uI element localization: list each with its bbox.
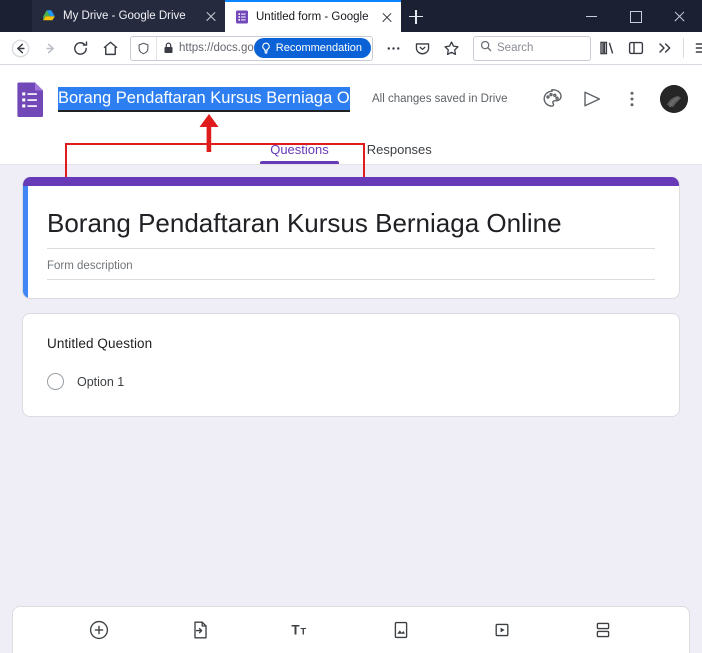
browser-tab-title: My Drive - Google Drive bbox=[63, 10, 186, 22]
tab-questions[interactable]: Questions bbox=[260, 142, 339, 164]
close-icon[interactable] bbox=[203, 8, 219, 24]
more-options-icon[interactable] bbox=[620, 87, 644, 111]
reload-icon[interactable] bbox=[66, 34, 94, 62]
tab-responses-label: Responses bbox=[366, 142, 432, 157]
add-section-icon[interactable] bbox=[591, 618, 615, 642]
close-icon[interactable] bbox=[379, 9, 395, 25]
browser-tab-strip: My Drive - Google Drive Untitled form - … bbox=[0, 0, 702, 32]
pocket-icon[interactable] bbox=[408, 34, 436, 62]
question-title[interactable]: Untitled Question bbox=[47, 336, 655, 351]
padlock-icon bbox=[157, 42, 179, 54]
import-questions-icon[interactable] bbox=[188, 618, 212, 642]
form-description-input[interactable]: Form description bbox=[47, 249, 655, 280]
forms-header-actions bbox=[540, 85, 688, 113]
home-icon[interactable] bbox=[96, 34, 124, 62]
google-drive-icon bbox=[42, 9, 56, 23]
tab-questions-label: Questions bbox=[270, 142, 329, 157]
bookmark-star-icon[interactable] bbox=[437, 34, 465, 62]
close-window-button[interactable] bbox=[658, 0, 702, 32]
form-title-heading[interactable]: Borang Pendaftaran Kursus Berniaga Onlin… bbox=[47, 197, 655, 249]
address-bar-actions bbox=[375, 34, 465, 62]
new-tab-button[interactable] bbox=[401, 0, 431, 32]
forms-header: Borang Pendaftaran Kursus Berniaga Onlin… bbox=[0, 65, 702, 179]
forms-bottom-toolbar: T T bbox=[12, 606, 690, 653]
maximize-button[interactable] bbox=[614, 0, 658, 32]
add-video-icon[interactable] bbox=[490, 618, 514, 642]
toolbar-divider bbox=[683, 38, 684, 58]
send-icon[interactable] bbox=[580, 87, 604, 111]
search-icon bbox=[480, 39, 492, 57]
svg-text:T: T bbox=[300, 627, 306, 638]
sidebar-icon[interactable] bbox=[622, 34, 650, 62]
library-icon[interactable] bbox=[593, 34, 621, 62]
page-actions-ellipsis-icon[interactable] bbox=[379, 34, 407, 62]
radio-button-icon[interactable] bbox=[47, 373, 64, 390]
hamburger-menu-icon[interactable] bbox=[688, 34, 702, 62]
browser-tab-my-drive[interactable]: My Drive - Google Drive bbox=[32, 0, 225, 32]
google-forms-icon bbox=[235, 10, 249, 24]
browser-window: My Drive - Google Drive Untitled form - … bbox=[0, 0, 702, 653]
tracking-protection-shield-icon[interactable] bbox=[131, 36, 157, 60]
toolbar-right-actions bbox=[593, 34, 702, 62]
browser-toolbar: https://docs.go Recommendation Search bbox=[0, 32, 702, 65]
save-status-text: All changes saved in Drive bbox=[372, 93, 508, 105]
tab-responses[interactable]: Responses bbox=[357, 142, 442, 164]
google-forms-logo[interactable] bbox=[16, 81, 46, 118]
back-arrow-icon[interactable] bbox=[6, 34, 34, 62]
browser-tab-title: Untitled form - Google Forms bbox=[256, 11, 372, 23]
address-bar[interactable]: https://docs.go Recommendation bbox=[130, 35, 373, 61]
user-avatar[interactable] bbox=[660, 85, 688, 113]
form-title-input-wrap: Borang Pendaftaran Kursus Berniaga Onlin… bbox=[58, 86, 350, 112]
overflow-chevrons-icon[interactable] bbox=[651, 34, 679, 62]
form-header-card[interactable]: Borang Pendaftaran Kursus Berniaga Onlin… bbox=[22, 177, 680, 299]
svg-text:T: T bbox=[291, 623, 300, 638]
search-placeholder: Search bbox=[497, 42, 534, 54]
add-title-description-icon[interactable]: T T bbox=[289, 618, 313, 642]
window-controls bbox=[570, 0, 702, 32]
question-option-row[interactable]: Option 1 bbox=[47, 373, 655, 390]
forms-tab-bar: Questions Responses bbox=[0, 133, 702, 165]
url-text: https://docs.go bbox=[179, 42, 254, 54]
forms-editor-body: Borang Pendaftaran Kursus Berniaga Onlin… bbox=[0, 165, 702, 616]
form-title-input[interactable]: Borang Pendaftaran Kursus Berniaga Onlin… bbox=[58, 86, 350, 112]
add-image-icon[interactable] bbox=[389, 618, 413, 642]
search-input[interactable]: Search bbox=[473, 35, 591, 61]
recommendation-label: Recommendation bbox=[275, 42, 362, 54]
minimize-button[interactable] bbox=[570, 0, 614, 32]
forward-arrow-icon[interactable] bbox=[36, 34, 64, 62]
recommendation-pill[interactable]: Recommendation bbox=[253, 38, 371, 58]
add-question-icon[interactable] bbox=[87, 618, 111, 642]
option-label[interactable]: Option 1 bbox=[77, 375, 124, 389]
browser-tab-google-forms[interactable]: Untitled form - Google Forms bbox=[225, 0, 401, 32]
question-card[interactable]: Untitled Question Option 1 bbox=[22, 313, 680, 417]
theme-palette-icon[interactable] bbox=[540, 87, 564, 111]
